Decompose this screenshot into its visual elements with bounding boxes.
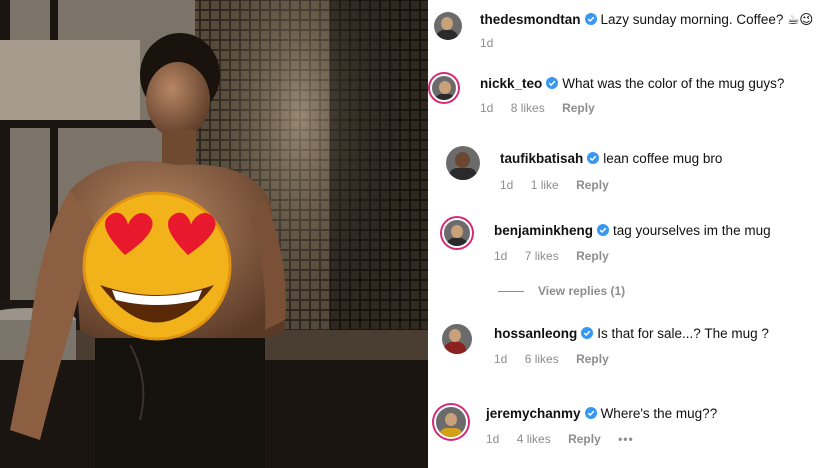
like-count[interactable]: 7 likes [525,249,559,263]
reply-button[interactable]: Reply [562,101,595,115]
username[interactable]: taufikbatisah [500,151,583,166]
like-count[interactable]: 8 likes [511,101,545,115]
like-count[interactable]: 4 likes [517,432,551,446]
verified-badge-icon [584,13,597,25]
comment-text-line: nickk_teo What was the color of the mug g… [480,76,784,91]
avatar[interactable] [434,405,468,439]
comment-text: Is that for sale...? The mug ? [597,326,769,341]
post-photo [0,0,428,468]
comment-text-line: jeremychanmy Where's the mug?? [486,406,717,421]
comment-meta: 1d 7 likes Reply [494,249,623,263]
verified-badge-icon [587,152,600,164]
comment-meta: 1d 8 likes Reply [480,101,609,115]
comment-text: tag yourselves im the mug [613,223,771,238]
username[interactable]: thedesmondtan [480,12,581,27]
comment-meta: 1d 6 likes Reply [494,352,623,366]
comment-time: 1d [494,352,508,366]
comment-text-line: thedesmondtan Lazy sunday morning. Coffee… [480,12,813,28]
comment-time: 1d [486,432,500,446]
avatar[interactable] [434,12,462,40]
reply-button[interactable]: Reply [576,352,609,366]
avatar[interactable] [430,74,458,102]
heart-eyes-emoji-icon [82,191,232,341]
like-count[interactable]: 6 likes [525,352,559,366]
comments-panel: thedesmondtan Lazy sunday morning. Coffee… [428,0,830,468]
reply-button[interactable]: Reply [576,249,609,263]
avatar[interactable] [446,146,480,180]
more-options-icon[interactable]: ••• [618,432,634,446]
view-replies-button[interactable]: View replies (1) [498,284,625,298]
comment-text: lean coffee mug bro [603,151,723,166]
reply-button[interactable]: Reply [568,432,601,446]
comment-time: 1d [480,36,494,50]
username[interactable]: nickk_teo [480,76,542,91]
comment-text: What was the color of the mug guys? [562,76,785,91]
verified-badge-icon [597,224,610,236]
comment-text-line: taufikbatisah lean coffee mug bro [500,151,722,166]
comment-time: 1d [500,178,514,192]
view-replies-label: View replies (1) [538,284,626,298]
comment-text: Where's the mug?? [600,406,718,421]
username[interactable]: jeremychanmy [486,406,581,421]
comment-meta: 1d 4 likes Reply ••• [486,432,648,446]
username[interactable]: hossanleong [494,326,577,341]
comment-text: Lazy sunday morning. Coffee? ☕😉 [600,12,814,27]
comment-meta: 1d [480,36,507,50]
like-count[interactable]: 1 like [531,178,559,192]
comment-meta: 1d 1 like Reply [500,178,623,192]
username[interactable]: benjaminkheng [494,223,593,238]
comment-time: 1d [480,101,494,115]
reply-button[interactable]: Reply [576,178,609,192]
comment-text-line: benjaminkheng tag yourselves im the mug [494,223,771,238]
verified-badge-icon [581,327,594,339]
verified-badge-icon [546,77,559,89]
post-photo-scene [0,0,428,468]
verified-badge-icon [584,407,597,419]
comment-text-line: hossanleong Is that for sale...? The mug … [494,326,769,341]
avatar[interactable] [442,324,472,354]
comment-time: 1d [494,249,508,263]
avatar[interactable] [442,218,472,248]
view-replies-divider [498,291,524,293]
